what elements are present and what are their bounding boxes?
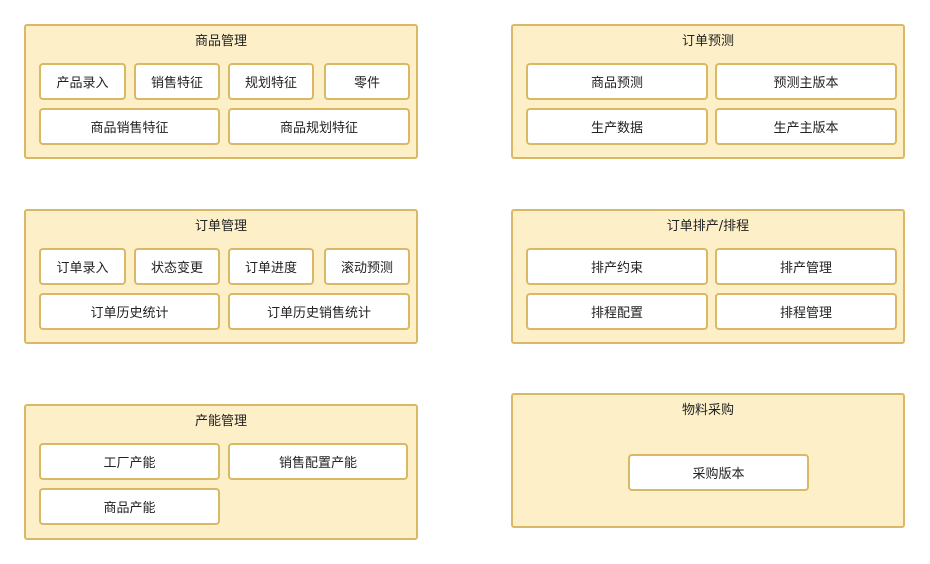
production-data-button[interactable]: 生产数据 — [526, 108, 708, 145]
product-sales-feature-button[interactable]: 商品销售特征 — [39, 108, 220, 145]
factory-capacity-button[interactable]: 工厂产能 — [39, 443, 220, 480]
forecast-master-version-button[interactable]: 预测主版本 — [715, 63, 897, 100]
panel-title: 商品管理 — [194, 34, 247, 49]
planning-feature-button[interactable]: 规划特征 — [228, 63, 314, 100]
panel-order-management: 订单管理 订单录入 状态变更 订单进度 滚动预测 订单历史统计 订单历史销售统计 — [24, 209, 418, 344]
rolling-forecast-button[interactable]: 滚动预测 — [324, 248, 410, 285]
production-master-version-button[interactable]: 生产主版本 — [715, 108, 897, 145]
sales-config-capacity-button[interactable]: 销售配置产能 — [228, 443, 408, 480]
product-planning-feature-button[interactable]: 商品规划特征 — [228, 108, 410, 145]
product-entry-button[interactable]: 产品录入 — [39, 63, 126, 100]
sequencing-management-button[interactable]: 排程管理 — [715, 293, 897, 330]
panel-title: 产能管理 — [194, 414, 247, 429]
panel-title: 物料采购 — [681, 403, 734, 418]
order-entry-button[interactable]: 订单录入 — [39, 248, 126, 285]
panel-title: 订单排产/排程 — [666, 219, 750, 234]
order-progress-button[interactable]: 订单进度 — [228, 248, 314, 285]
sales-feature-button[interactable]: 销售特征 — [134, 63, 220, 100]
panel-material-procurement: 物料采购 采购版本 — [511, 393, 905, 528]
panel-title: 订单预测 — [681, 34, 734, 49]
sequencing-config-button[interactable]: 排程配置 — [526, 293, 708, 330]
procurement-version-button[interactable]: 采购版本 — [628, 454, 809, 491]
scheduling-management-button[interactable]: 排产管理 — [715, 248, 897, 285]
panel-order-scheduling: 订单排产/排程 排产约束 排产管理 排程配置 排程管理 — [511, 209, 905, 344]
scheduling-constraint-button[interactable]: 排产约束 — [526, 248, 708, 285]
panel-title: 订单管理 — [194, 219, 247, 234]
parts-button[interactable]: 零件 — [324, 63, 410, 100]
panel-order-forecast: 订单预测 商品预测 预测主版本 生产数据 生产主版本 — [511, 24, 905, 159]
order-history-sales-stats-button[interactable]: 订单历史销售统计 — [228, 293, 410, 330]
panel-product-management: 商品管理 产品录入 销售特征 规划特征 零件 商品销售特征 商品规划特征 — [24, 24, 418, 159]
order-history-stats-button[interactable]: 订单历史统计 — [39, 293, 220, 330]
product-forecast-button[interactable]: 商品预测 — [526, 63, 708, 100]
product-capacity-button[interactable]: 商品产能 — [39, 488, 220, 525]
status-change-button[interactable]: 状态变更 — [134, 248, 220, 285]
panel-capacity-management: 产能管理 工厂产能 销售配置产能 商品产能 — [24, 404, 418, 540]
